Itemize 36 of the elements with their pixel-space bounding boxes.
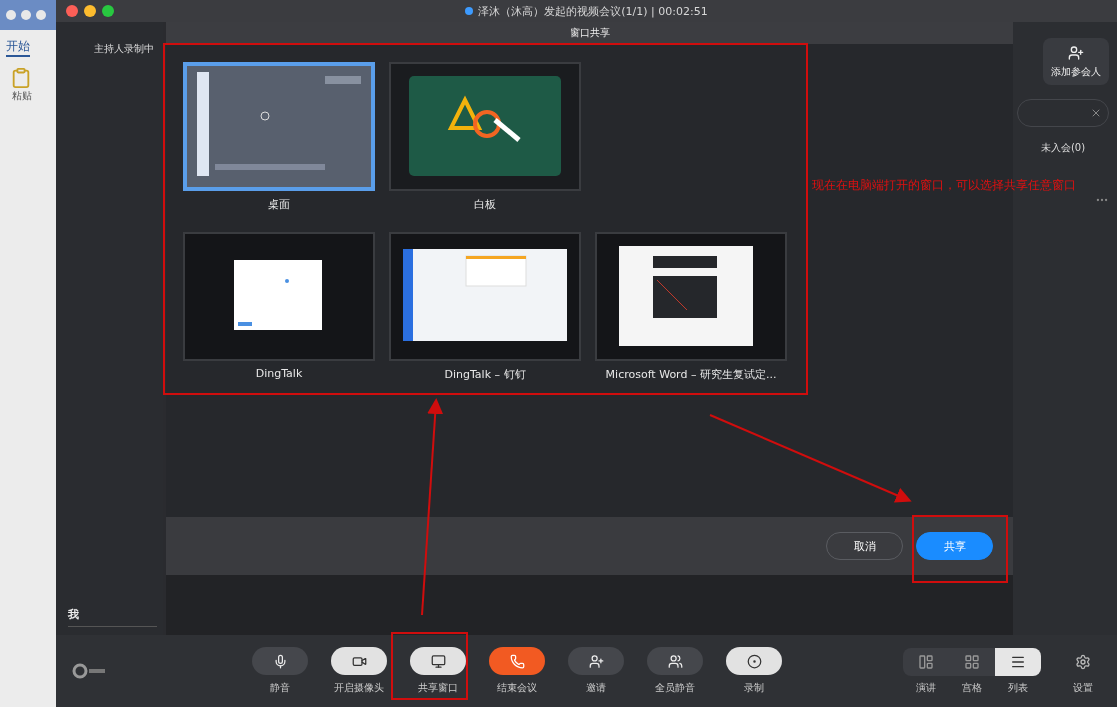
minimize-icon[interactable]: [84, 5, 96, 17]
grid-icon: [964, 653, 980, 670]
add-person-icon: [588, 653, 604, 669]
source-label: Microsoft Word – 研究生复试定...: [605, 367, 777, 382]
split-layout-icon: [918, 653, 934, 670]
participants-tab[interactable]: 未入会(0): [1040, 141, 1086, 155]
share-source[interactable]: DingTalk: [185, 234, 373, 382]
maximize-icon[interactable]: [102, 5, 114, 17]
recording-status: 主持人录制中: [94, 42, 155, 56]
microphone-icon: [272, 653, 288, 669]
settings-button[interactable]: 设置: [1063, 647, 1103, 695]
add-person-icon: [1068, 44, 1084, 61]
share-source[interactable]: 白板: [391, 64, 579, 212]
close-icon[interactable]: [66, 5, 78, 17]
annotation-note: 现在在电脑端打开的窗口，可以选择共享任意窗口: [812, 178, 1076, 193]
dialog-title: 窗口共享: [569, 26, 610, 40]
phone-icon: [509, 653, 525, 669]
source-label: DingTalk: [255, 367, 303, 380]
people-icon: [667, 653, 683, 669]
logo-icon: [72, 663, 106, 679]
clear-icon[interactable]: [1090, 107, 1102, 119]
source-label: 桌面: [268, 197, 290, 212]
add-participant-button[interactable]: 添加参会人: [1043, 38, 1109, 85]
share-source[interactable]: 桌面: [185, 64, 373, 212]
record-icon: [746, 653, 762, 669]
paste-label: 粘贴: [12, 89, 33, 103]
window-title: 泽沐（沐高）发起的视频会议(1/1) | 00:02:51: [56, 3, 1117, 19]
participant-name: 我: [68, 607, 157, 627]
monitor-icon: [430, 653, 446, 669]
share-source[interactable]: DingTalk – 钉钉: [391, 234, 579, 382]
clipboard-icon[interactable]: [10, 67, 32, 89]
share-source[interactable]: Microsoft Word – 研究生复试定...: [597, 234, 785, 382]
ribbon-tab[interactable]: 开始: [6, 38, 30, 57]
source-label: 白板: [474, 197, 496, 212]
settings-icon: [1075, 653, 1091, 670]
source-label: DingTalk – 钉钉: [444, 367, 526, 382]
